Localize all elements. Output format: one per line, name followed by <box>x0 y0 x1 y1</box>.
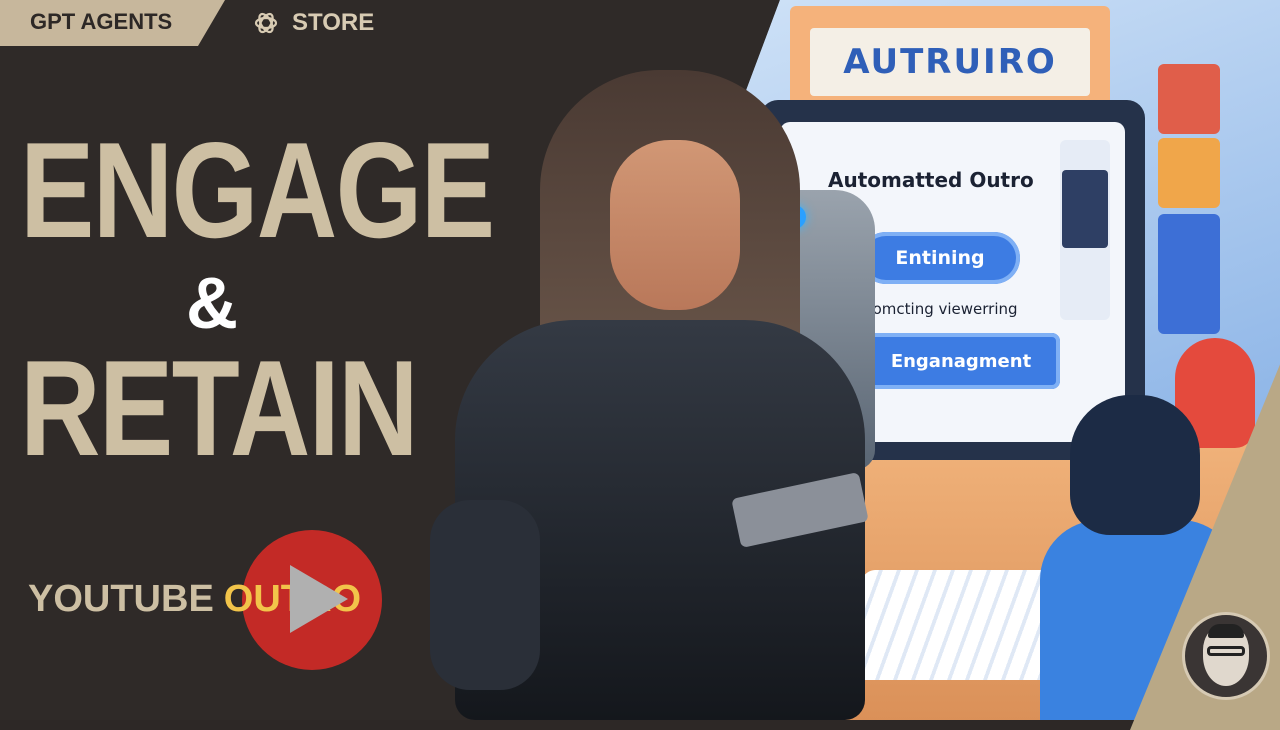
headline-ampersand: & <box>186 264 238 344</box>
screen-button-primary: Entining <box>860 232 1020 284</box>
person-head <box>1070 395 1200 535</box>
gpt-agents-label: GPT AGENTS <box>30 9 173 34</box>
wall-clock-icon <box>1158 138 1220 208</box>
wall-clock-icon <box>1158 64 1220 134</box>
woman-face <box>610 140 740 310</box>
screen-title: Automatted Outro <box>828 168 1034 192</box>
presenter-avatar <box>1062 170 1108 248</box>
tagline-youtube: YOUTUBE <box>28 578 214 620</box>
screen-subtext: Promcting viewerring <box>858 300 1018 318</box>
store-link[interactable]: STORE <box>252 9 374 37</box>
sign-text: AUTRUIRO <box>810 28 1090 96</box>
headline-engage: ENGAGE <box>20 114 495 266</box>
wall-panel <box>1158 214 1220 334</box>
play-icon[interactable] <box>290 565 348 633</box>
channel-avatar[interactable] <box>1182 612 1270 700</box>
avatar-face-icon <box>1203 624 1249 686</box>
woman-arm <box>430 500 540 690</box>
headline-retain: RETAIN <box>20 332 419 484</box>
openai-logo-icon <box>254 12 278 34</box>
screen-button-secondary: Enganagment <box>862 333 1060 389</box>
store-label: STORE <box>292 9 375 36</box>
gpt-agents-tag[interactable]: GPT AGENTS <box>0 0 225 46</box>
